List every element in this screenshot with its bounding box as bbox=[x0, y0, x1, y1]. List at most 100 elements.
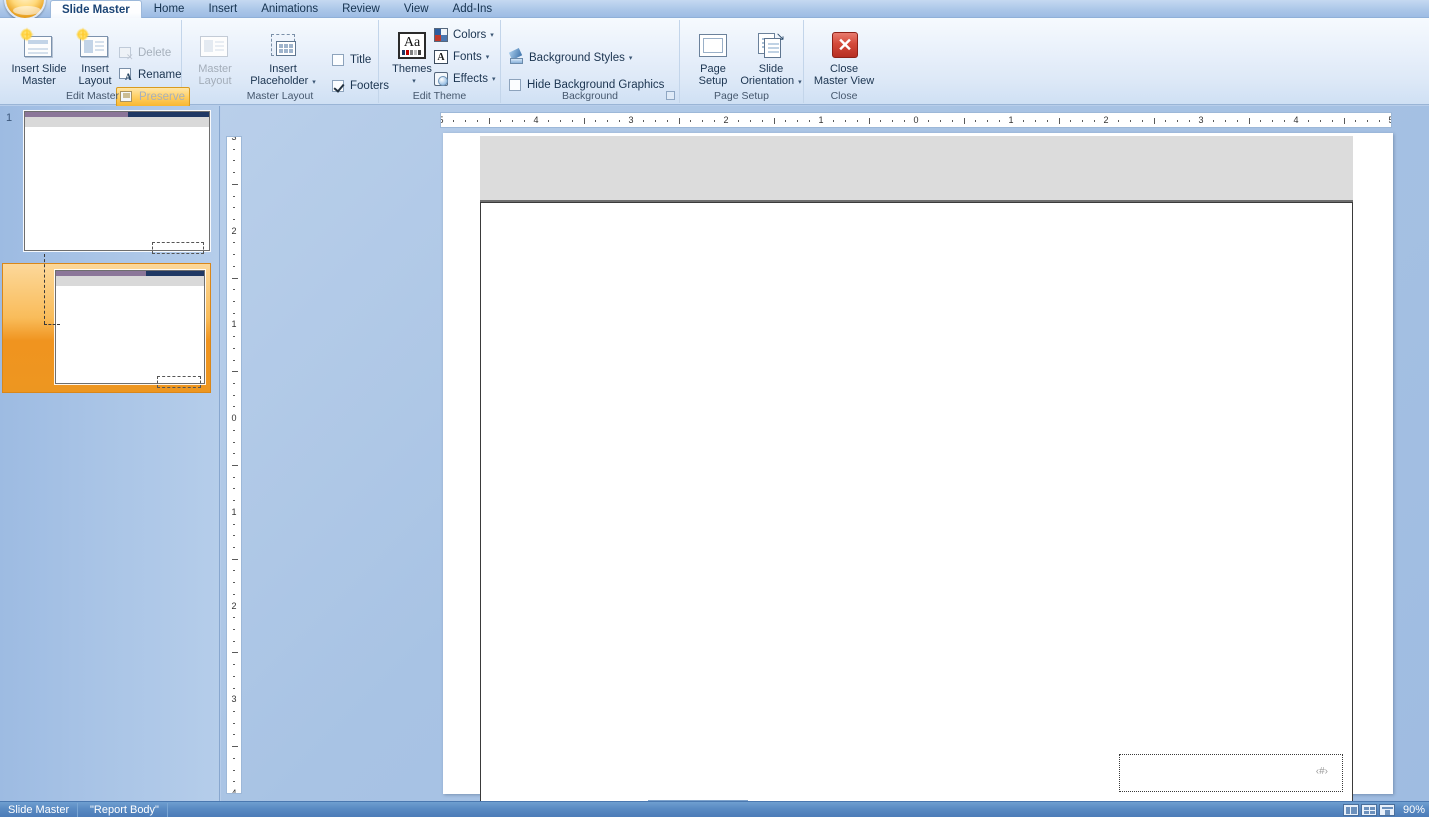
vertical-ruler[interactable]: 3 2 1 0 1 2 3 4 bbox=[226, 136, 242, 794]
zoom-level-label: 90% bbox=[1402, 804, 1425, 816]
tab-add-ins[interactable]: Add-Ins bbox=[441, 0, 505, 18]
background-styles-button[interactable]: Background Styles ▾ bbox=[508, 48, 632, 68]
ruler-tick bbox=[1165, 120, 1167, 122]
ruler-tick bbox=[233, 406, 235, 408]
tab-view[interactable]: View bbox=[392, 0, 441, 18]
tab-label: Home bbox=[153, 3, 185, 15]
background-styles-icon bbox=[508, 48, 525, 66]
ruler-tick bbox=[714, 120, 716, 122]
theme-fonts-icon: A bbox=[433, 49, 449, 65]
ruler-tick bbox=[233, 722, 235, 724]
ruler-tick bbox=[809, 120, 811, 122]
ruler-tick bbox=[233, 687, 235, 689]
title-checkbox-row[interactable]: Title bbox=[332, 50, 371, 70]
ribbon: Insert Slide Master Insert Layout ✕ Dele… bbox=[0, 18, 1429, 107]
ruler-tick bbox=[1129, 120, 1131, 122]
insert-layout-icon bbox=[76, 27, 113, 62]
slide-master-thumbnail[interactable] bbox=[24, 111, 210, 254]
group-label: Close bbox=[830, 90, 858, 102]
ruler-tick bbox=[233, 429, 235, 431]
ruler-tick bbox=[233, 347, 235, 349]
theme-fonts-button[interactable]: A Fonts ▾ bbox=[433, 47, 489, 67]
ruler-tick bbox=[233, 675, 235, 677]
office-button-icon[interactable] bbox=[4, 0, 46, 20]
ruler-tick bbox=[1355, 120, 1357, 122]
thumb-subtitle-band bbox=[56, 276, 204, 286]
ruler-tick bbox=[702, 120, 704, 122]
tab-insert[interactable]: Insert bbox=[196, 0, 249, 18]
insert-slide-master-button[interactable]: Insert Slide Master bbox=[8, 26, 70, 87]
ruler-tick-label: 3 bbox=[231, 136, 237, 142]
ruler-tick bbox=[512, 120, 514, 122]
horizontal-ruler[interactable]: 5 4 3 2 1 0 1 2 3 4 5 bbox=[440, 112, 1392, 128]
insert-placeholder-icon bbox=[265, 28, 301, 62]
small-item-label: Effects bbox=[453, 73, 488, 85]
page-setup-button[interactable]: Page Setup bbox=[682, 26, 744, 87]
ruler-tick bbox=[1284, 120, 1286, 122]
tab-review[interactable]: Review bbox=[330, 0, 392, 18]
ruler-tick bbox=[1070, 120, 1072, 122]
ruler-tick bbox=[233, 453, 235, 455]
group-label: Background bbox=[561, 90, 619, 102]
ruler-tick bbox=[1058, 118, 1060, 124]
slide-number-placeholder[interactable]: ‹#› bbox=[1119, 754, 1343, 792]
ribbon-tab-strip: Slide Master Home Insert Animations Revi… bbox=[0, 0, 1429, 20]
ruler-tick bbox=[654, 120, 656, 122]
ruler-tick bbox=[1248, 118, 1250, 124]
ribbon-group-edit-master: Insert Slide Master Insert Layout ✕ Dele… bbox=[4, 20, 191, 107]
ribbon-group-page-setup: Page Setup ↘ Slide Orientation ▾ Page Set… bbox=[680, 20, 804, 103]
close-master-view-button[interactable]: ✕ Close Master View bbox=[808, 26, 880, 87]
ruler-tick bbox=[1117, 120, 1119, 122]
ruler-tick bbox=[1224, 120, 1226, 122]
ruler-tick bbox=[233, 617, 235, 619]
body-placeholder[interactable] bbox=[480, 202, 1353, 817]
ruler-tick bbox=[488, 118, 490, 124]
ruler-tick bbox=[232, 652, 238, 654]
slide-orientation-button[interactable]: ↘ Slide Orientation ▾ bbox=[736, 26, 806, 88]
ruler-tick bbox=[797, 120, 799, 122]
button-label-line1: Close bbox=[829, 63, 859, 75]
ruler-tick bbox=[547, 120, 549, 122]
ruler-tick bbox=[1367, 120, 1369, 122]
theme-effects-button[interactable]: Effects ▾ bbox=[433, 69, 495, 89]
ruler-tick bbox=[999, 120, 1001, 122]
ruler-tick-label: 0 bbox=[913, 115, 919, 125]
tab-slide-master[interactable]: Slide Master bbox=[50, 0, 142, 18]
ruler-tick bbox=[232, 465, 238, 466]
slide-canvas[interactable]: ‹#› bbox=[443, 133, 1393, 817]
ruler-tick bbox=[233, 254, 235, 256]
status-bar: Slide Master "Report Body" 90% bbox=[0, 801, 1429, 817]
master-layout-button[interactable]: Master Layout bbox=[184, 26, 246, 87]
title-placeholder-band[interactable] bbox=[480, 136, 1353, 200]
checkbox-label: Title bbox=[350, 54, 372, 66]
ruler-tick bbox=[1379, 120, 1381, 122]
tab-home[interactable]: Home bbox=[142, 0, 197, 18]
ruler-tick bbox=[927, 120, 929, 122]
normal-view-button[interactable] bbox=[1342, 804, 1359, 816]
ruler-tick bbox=[844, 120, 846, 122]
delete-master-button[interactable]: ✕ Delete bbox=[118, 43, 171, 63]
insert-layout-button[interactable]: Insert Layout bbox=[64, 26, 126, 87]
theme-effects-icon bbox=[433, 71, 449, 87]
ruler-tick bbox=[832, 120, 834, 122]
group-label: Master Layout bbox=[246, 90, 314, 102]
ruler-tick bbox=[1212, 120, 1214, 122]
theme-colors-button[interactable]: Colors ▾ bbox=[433, 25, 494, 45]
insert-placeholder-button[interactable]: Insert Placeholder ▾ bbox=[239, 26, 327, 88]
ruler-tick bbox=[607, 120, 609, 122]
rename-master-button[interactable]: A Rename bbox=[118, 65, 181, 85]
tab-animations[interactable]: Animations bbox=[249, 0, 330, 18]
ruler-tick bbox=[233, 476, 235, 478]
ruler-tick bbox=[233, 312, 235, 314]
layout-thumbnail-selected[interactable] bbox=[2, 263, 211, 393]
ruler-tick bbox=[464, 120, 466, 122]
slide-thumbnail-pane[interactable]: 1 bbox=[0, 106, 220, 801]
ruler-tick bbox=[678, 118, 680, 124]
ruler-tick bbox=[642, 120, 644, 122]
ruler-tick bbox=[233, 593, 235, 595]
reading-view-button[interactable] bbox=[1378, 804, 1395, 816]
slide-sorter-view-button[interactable] bbox=[1360, 804, 1377, 816]
ruler-tick bbox=[500, 120, 502, 122]
title-checkbox[interactable] bbox=[332, 54, 344, 66]
chevron-down-icon: ▾ bbox=[312, 78, 316, 86]
